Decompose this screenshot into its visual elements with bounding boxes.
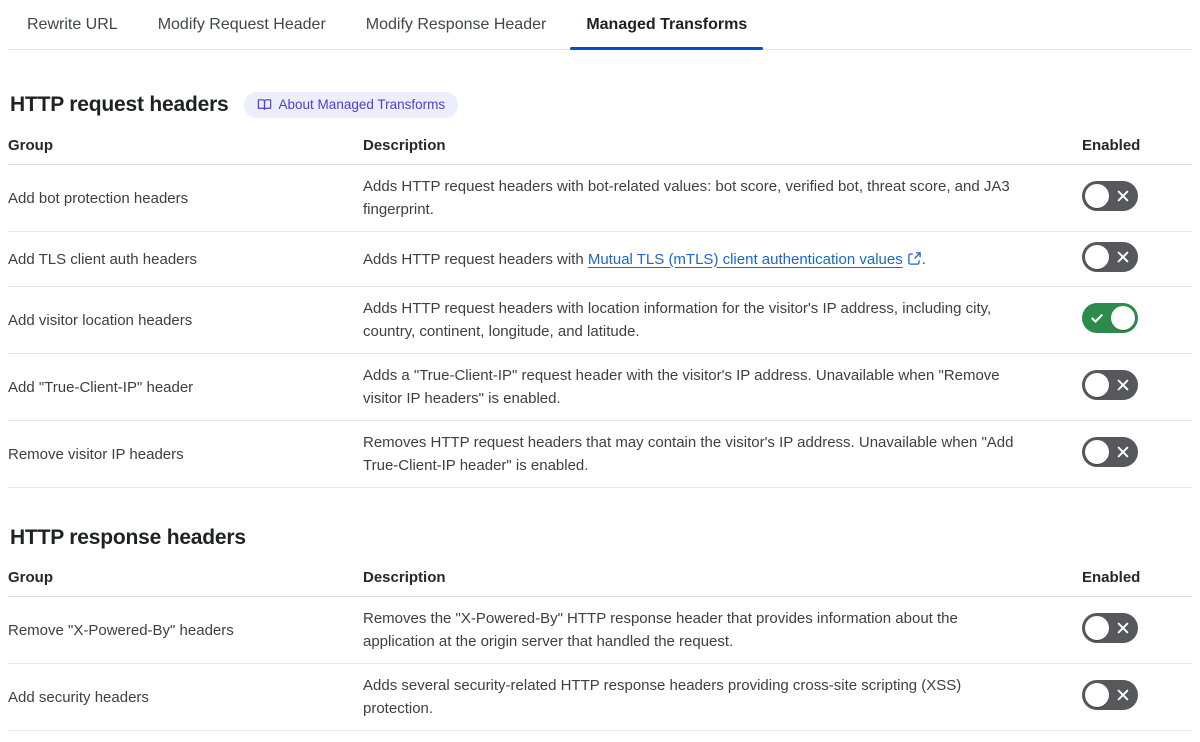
request-headers-table-body: Add bot protection headers Adds HTTP req… bbox=[8, 164, 1192, 488]
group-cell-label: Add TLS client auth headers bbox=[8, 250, 198, 268]
group-cell-label: Remove visitor IP headers bbox=[8, 445, 184, 463]
open-book-icon bbox=[257, 97, 272, 112]
x-icon bbox=[1117, 446, 1129, 458]
x-icon bbox=[1117, 689, 1129, 701]
request-headers-table: Group Description Enabled Add bot protec… bbox=[8, 128, 1192, 488]
column-header-group: Group bbox=[8, 560, 363, 597]
row-description: Removes the "X-Powered-By" HTTP response… bbox=[363, 610, 958, 650]
description-link[interactable]: Mutual TLS (mTLS) client authentication … bbox=[588, 251, 903, 268]
tab-label: Managed Transforms bbox=[586, 16, 748, 33]
enabled-toggle[interactable] bbox=[1082, 680, 1138, 710]
group-cell-label: Add bot protection headers bbox=[8, 189, 189, 207]
tab-label: Modify Request Header bbox=[157, 16, 326, 33]
x-icon bbox=[1117, 251, 1129, 263]
response-headers-table: Group Description Enabled Remove "X-Powe… bbox=[8, 560, 1192, 731]
response-section-header: HTTP response headers bbox=[8, 526, 1192, 550]
toggle-knob bbox=[1085, 440, 1109, 464]
enabled-toggle[interactable] bbox=[1082, 303, 1138, 333]
tab-rewrite-url[interactable]: Rewrite URL bbox=[11, 9, 134, 49]
enabled-toggle[interactable] bbox=[1082, 370, 1138, 400]
section-title-response: HTTP response headers bbox=[10, 526, 246, 549]
group-cell-label: Add security headers bbox=[8, 688, 149, 706]
tab-label: Rewrite URL bbox=[27, 16, 118, 33]
http-request-headers-section: HTTP request headers About Managed Trans… bbox=[8, 92, 1192, 488]
table-row: Remove visitor IP headers Removes HTTP r… bbox=[8, 420, 1192, 488]
table-row: Add TLS client auth headers Adds HTTP re… bbox=[8, 231, 1192, 287]
row-description: Adds HTTP request headers with bot-relat… bbox=[363, 178, 1010, 218]
column-header-description: Description bbox=[363, 560, 1082, 597]
tab-bar: Rewrite URL Modify Request Header Modify R… bbox=[8, 0, 1192, 50]
enabled-toggle[interactable] bbox=[1082, 437, 1138, 467]
response-headers-table-body: Remove "X-Powered-By" headers Removes th… bbox=[8, 596, 1192, 731]
column-header-enabled: Enabled bbox=[1082, 560, 1192, 597]
toggle-knob bbox=[1111, 306, 1135, 330]
group-cell-label: Remove "X-Powered-By" headers bbox=[8, 621, 234, 639]
external-link-icon bbox=[907, 251, 922, 266]
row-description: Adds several security-related HTTP respo… bbox=[363, 677, 962, 717]
enabled-toggle[interactable] bbox=[1082, 181, 1138, 211]
table-row: Remove "X-Powered-By" headers Removes th… bbox=[8, 596, 1192, 664]
toggle-knob bbox=[1085, 373, 1109, 397]
http-response-headers-section: HTTP response headers Group Description … bbox=[8, 526, 1192, 731]
request-section-header: HTTP request headers About Managed Trans… bbox=[8, 92, 1192, 118]
row-description: Adds HTTP request headers with location … bbox=[363, 300, 992, 340]
managed-transforms-page: Rewrite URL Modify Request Header Modify R… bbox=[0, 0, 1200, 731]
table-row: Add "True-Client-IP" header Adds a "True… bbox=[8, 353, 1192, 421]
tab-modify-request-header[interactable]: Modify Request Header bbox=[142, 9, 342, 49]
x-icon bbox=[1117, 190, 1129, 202]
enabled-toggle[interactable] bbox=[1082, 242, 1138, 272]
tab-label: Modify Response Header bbox=[365, 16, 547, 33]
section-title-request: HTTP request headers bbox=[10, 93, 229, 116]
table-row: Add bot protection headers Adds HTTP req… bbox=[8, 164, 1192, 232]
badge-label: About Managed Transforms bbox=[278, 96, 446, 112]
about-managed-transforms-badge[interactable]: About Managed Transforms bbox=[243, 92, 459, 118]
column-header-group: Group bbox=[8, 128, 363, 165]
row-description: Removes HTTP request headers that may co… bbox=[363, 434, 1014, 474]
toggle-knob bbox=[1085, 245, 1109, 269]
group-cell-label: Add visitor location headers bbox=[8, 311, 193, 329]
x-icon bbox=[1117, 379, 1129, 391]
row-description: Adds HTTP request headers with Mutual TL… bbox=[363, 250, 926, 268]
table-row: Add visitor location headers Adds HTTP r… bbox=[8, 286, 1192, 354]
row-description: Adds a "True-Client-IP" request header w… bbox=[363, 367, 1000, 407]
enabled-toggle[interactable] bbox=[1082, 613, 1138, 643]
x-icon bbox=[1117, 622, 1129, 634]
tab-modify-response-header[interactable]: Modify Response Header bbox=[350, 9, 563, 49]
check-icon bbox=[1091, 314, 1103, 323]
column-header-description: Description bbox=[363, 128, 1082, 165]
toggle-knob bbox=[1085, 683, 1109, 707]
group-cell-label: Add "True-Client-IP" header bbox=[8, 378, 194, 396]
toggle-knob bbox=[1085, 616, 1109, 640]
tab-managed-transforms[interactable]: Managed Transforms bbox=[570, 9, 764, 50]
toggle-knob bbox=[1085, 184, 1109, 208]
column-header-enabled: Enabled bbox=[1082, 128, 1192, 165]
table-row: Add security headers Adds several securi… bbox=[8, 663, 1192, 731]
